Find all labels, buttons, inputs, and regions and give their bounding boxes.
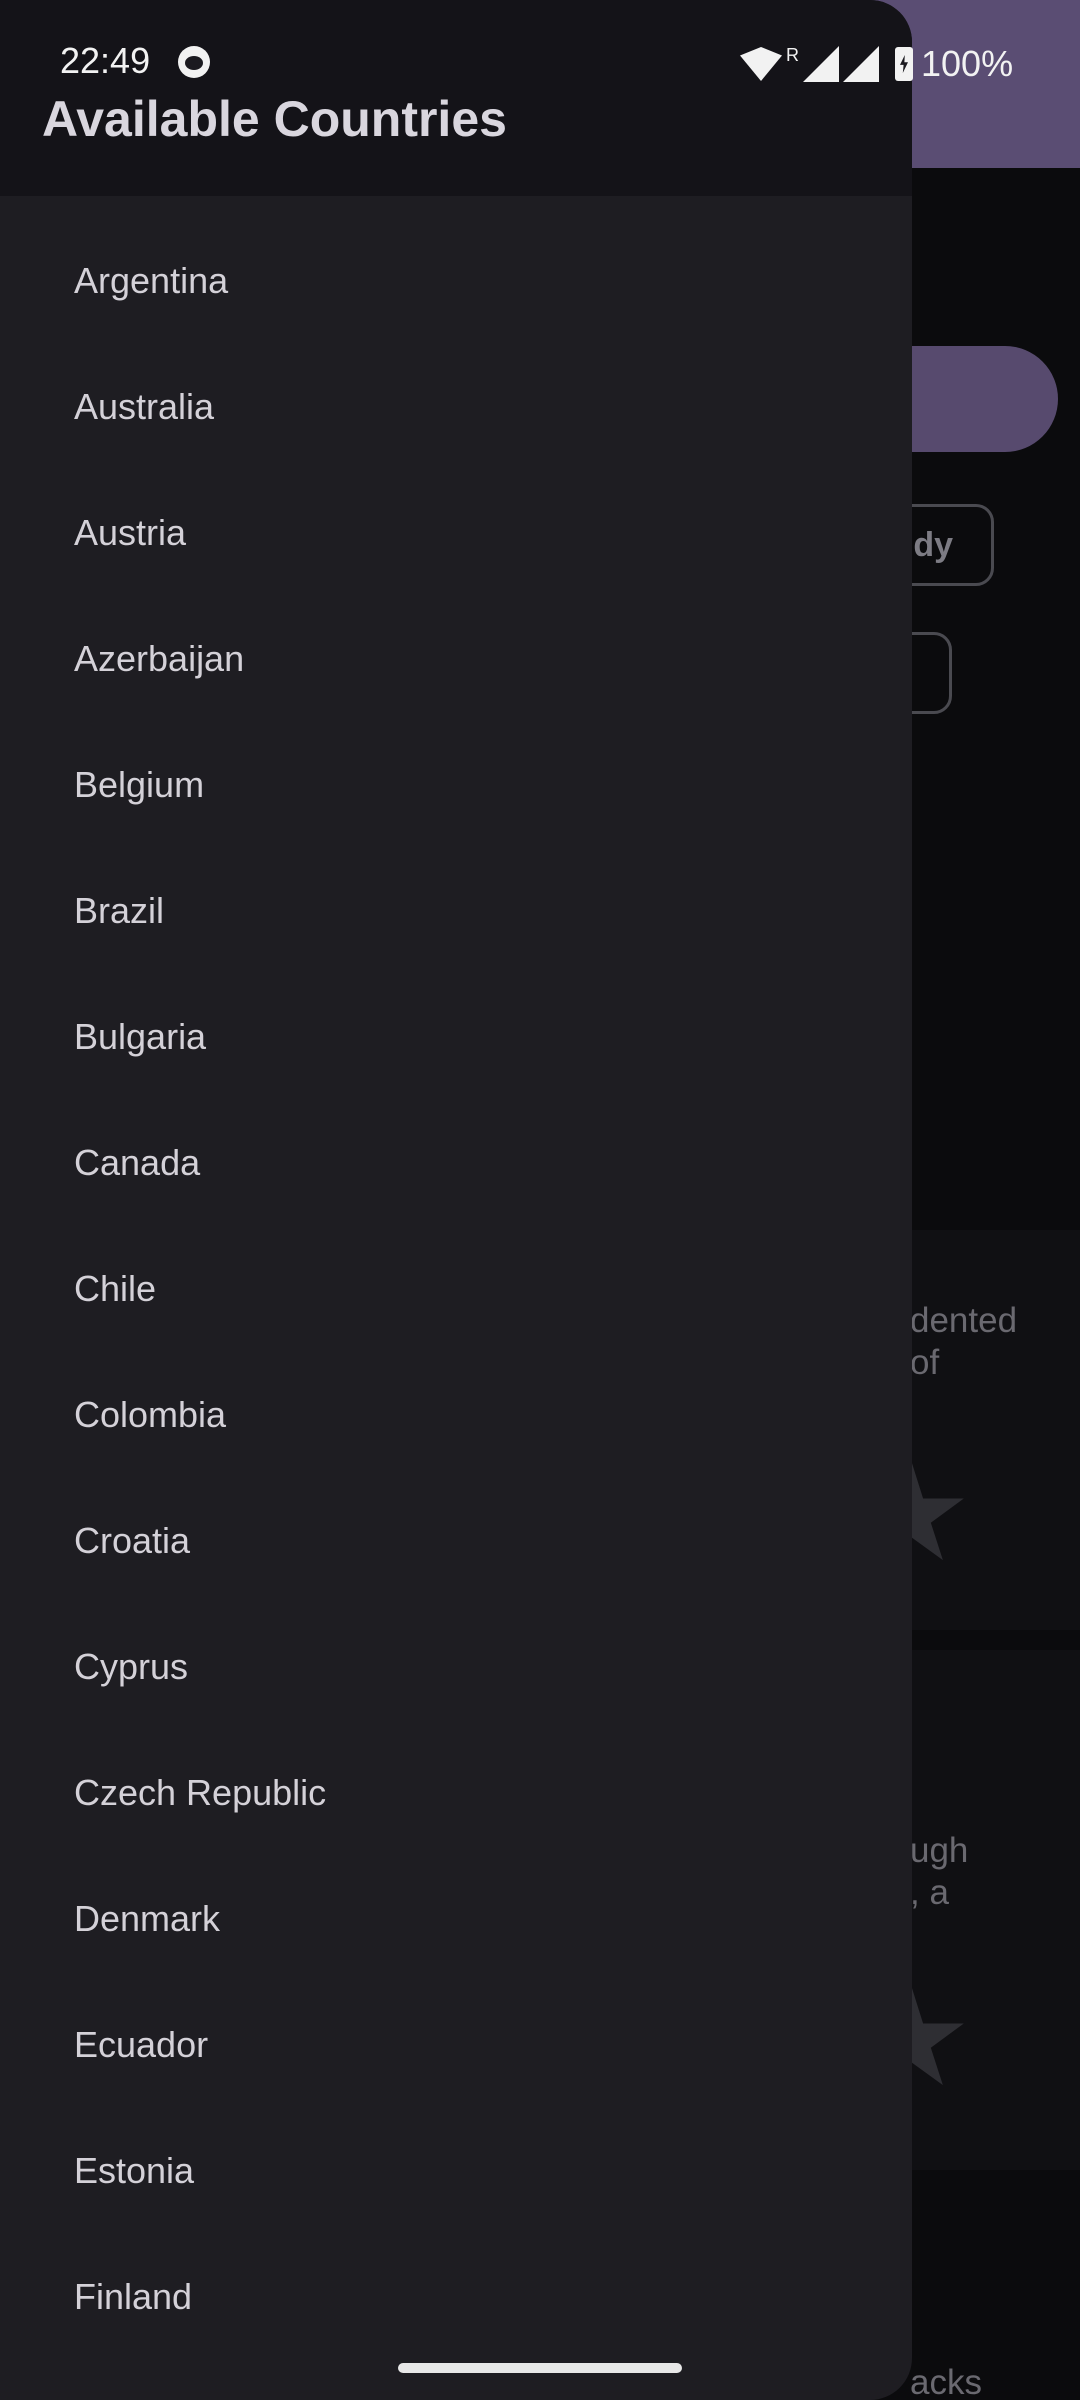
background-card-text: dented of [910,1301,1018,1382]
battery-percent: 100% [921,43,1014,84]
country-item[interactable]: Estonia [0,2108,912,2234]
country-item[interactable]: Cyprus [0,1604,912,1730]
country-item[interactable]: Australia [0,344,912,470]
country-item[interactable]: Belgium [0,722,912,848]
country-item[interactable]: Denmark [0,1856,912,1982]
status-time: 22:49 [60,40,151,81]
country-item[interactable]: Austria [0,470,912,596]
country-item[interactable]: Argentina [0,218,912,344]
signal-icon [843,46,879,82]
roaming-badge: R [786,44,799,65]
background-chip-label: dy [913,525,953,564]
country-item[interactable]: Azerbaijan [0,596,912,722]
country-item[interactable]: Brazil [0,848,912,974]
country-item[interactable]: Ecuador [0,1982,912,2108]
country-item[interactable]: Croatia [0,1478,912,1604]
drawer-title: Available Countries [42,91,507,147]
country-item[interactable]: Czech Republic [0,1730,912,1856]
country-list: Argentina Australia Austria Azerbaijan B… [0,218,912,2360]
country-item[interactable]: Colombia [0,1352,912,1478]
country-item[interactable]: Chile [0,1226,912,1352]
country-item[interactable]: Finland [0,2234,912,2360]
country-item[interactable]: Bulgaria [0,974,912,1100]
background-card-text: acks [910,2363,982,2400]
status-icons: R 100% [740,43,1014,84]
screen: dy dented of ugh , a acks 22:49 R 100% A… [0,0,1080,2400]
signal-icon [803,46,839,82]
home-indicator[interactable] [398,2363,682,2373]
battery-icon [895,47,913,81]
status-bar: 22:49 R 100% [0,0,1080,90]
wifi-icon [740,47,782,81]
background-card-text: ugh , a [910,1831,969,1912]
country-item[interactable]: Canada [0,1100,912,1226]
face-icon [178,46,210,78]
countries-drawer: Available Countries Argentina Australia … [0,0,912,2400]
